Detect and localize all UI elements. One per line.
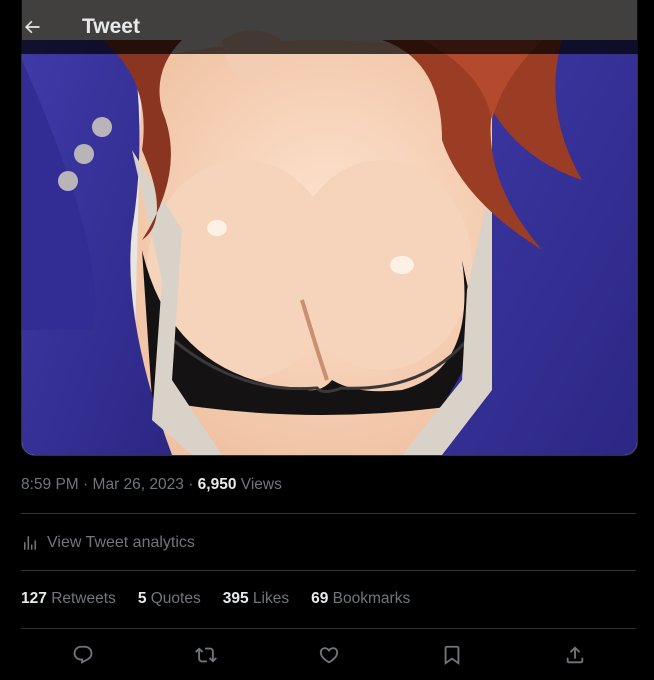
retweets-stat[interactable]: 127 Retweets <box>21 590 116 608</box>
tweet-image[interactable] <box>21 0 638 456</box>
share-button[interactable] <box>558 638 592 672</box>
likes-count: 395 <box>222 590 249 607</box>
share-icon <box>566 646 583 664</box>
bookmarks-count: 69 <box>311 590 329 607</box>
bookmark-button[interactable] <box>435 638 469 672</box>
quotes-label: Quotes <box>150 590 201 607</box>
retweets-label: Retweets <box>51 590 116 607</box>
reply-button[interactable] <box>66 638 100 672</box>
back-button[interactable] <box>14 9 50 45</box>
views-label: Views <box>240 476 282 493</box>
analytics-label: View Tweet analytics <box>47 534 195 551</box>
back-arrow-icon <box>25 20 40 34</box>
likes-stat[interactable]: 395 Likes <box>223 590 289 608</box>
tweet-date[interactable]: Mar 26, 2023 <box>93 476 184 493</box>
engagement-stats: 127 Retweets 5 Quotes 395 Likes 69 Bookm… <box>21 590 432 608</box>
likes-label: Likes <box>252 590 290 607</box>
meta-separator: · <box>83 476 89 493</box>
action-bar <box>21 638 636 672</box>
top-bar: Tweet <box>0 0 654 54</box>
tweet-meta: 8:59 PM · Mar 26, 2023 · 6,950 Views <box>21 476 282 494</box>
view-analytics-link[interactable]: View Tweet analytics <box>21 531 195 555</box>
reply-icon <box>73 645 92 664</box>
divider <box>21 628 636 629</box>
divider <box>21 570 636 571</box>
tweet-time[interactable]: 8:59 PM <box>21 476 79 493</box>
divider <box>21 513 636 514</box>
meta-separator: · <box>188 476 194 493</box>
retweet-icon <box>194 647 217 663</box>
retweets-count: 127 <box>21 590 47 607</box>
bookmarks-label: Bookmarks <box>332 590 411 607</box>
quotes-count: 5 <box>137 590 147 607</box>
analytics-icon <box>24 536 36 550</box>
views-count: 6,950 <box>197 476 237 493</box>
like-icon <box>319 647 338 664</box>
bookmarks-stat[interactable]: 69 Bookmarks <box>311 590 410 608</box>
bookmark-icon <box>444 645 459 666</box>
like-button[interactable] <box>312 638 346 672</box>
page-title: Tweet <box>82 15 140 38</box>
retweet-button[interactable] <box>189 638 223 672</box>
quotes-stat[interactable]: 5 Quotes <box>138 590 201 608</box>
